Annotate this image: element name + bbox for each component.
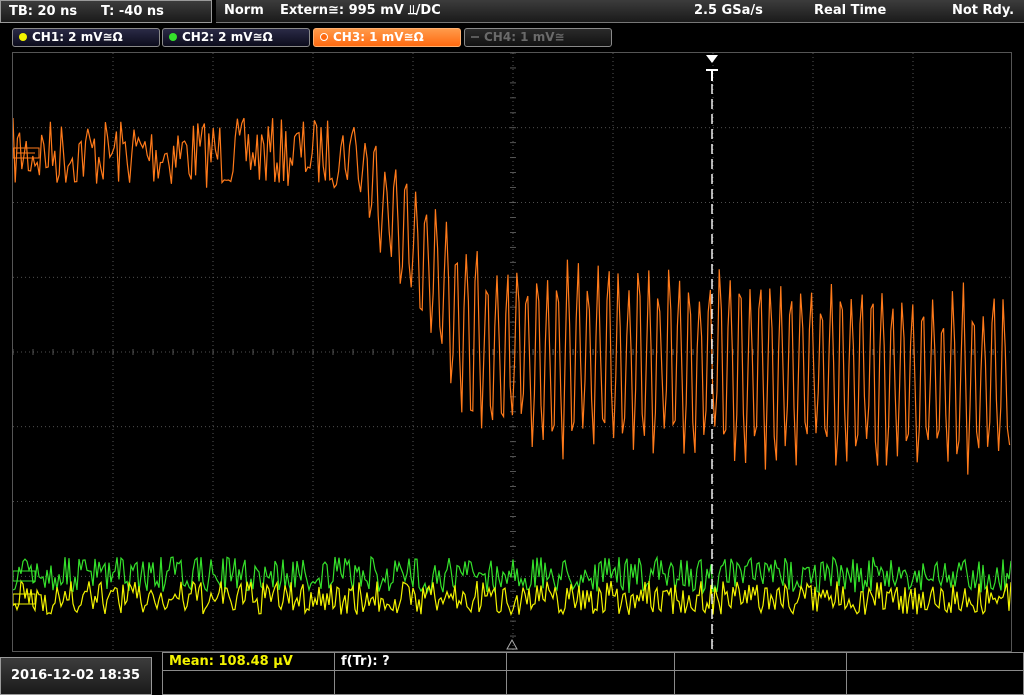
ch1-color-dot-icon — [19, 33, 27, 41]
sample-rate: 2.5 GSa/s — [694, 3, 763, 18]
measurement-slot-5[interactable] — [847, 653, 1023, 671]
ch4-disabled-dash-icon — [471, 36, 479, 38]
measurement-slot-6[interactable] — [163, 671, 335, 694]
measurement-slot-9[interactable] — [675, 671, 847, 694]
channel-tab-ch4[interactable]: CH4: 1 mV≅ — [464, 28, 612, 47]
measurement-mean[interactable]: Mean: 108.48 μV — [163, 653, 335, 671]
measurement-slot-4[interactable] — [675, 653, 847, 671]
status-bar: TB: 20 ns T: -40 ns Norm Extern≅: 995 mV… — [0, 0, 1024, 25]
ch2-color-dot-icon — [169, 33, 177, 41]
measurement-slot-8[interactable] — [507, 671, 675, 694]
trigger-t-marker-icon[interactable] — [706, 55, 718, 81]
trigger-mode: Norm — [224, 3, 264, 18]
channel-tab-label: CH1: 2 mV≅Ω — [32, 30, 123, 44]
channel-tab-ch2[interactable]: CH2: 2 mV≅Ω — [162, 28, 310, 47]
timebase-value: TB: 20 ns — [9, 4, 78, 19]
timebase-box[interactable]: TB: 20 ns T: -40 ns — [0, 0, 212, 23]
acquisition-status-strip[interactable]: Norm Extern≅: 995 mV ⫫/DC 2.5 GSa/s Real… — [216, 0, 1024, 23]
measurement-slot-3[interactable] — [507, 653, 675, 671]
channel-tab-ch3[interactable]: CH3: 1 mV≅Ω — [313, 28, 461, 47]
date-time: 2016-12-02 18:35 — [0, 657, 152, 695]
measurement-panel[interactable]: Mean: 108.48 μV f(Tr): ? — [162, 652, 1024, 695]
trigger-offset-value: T: -40 ns — [101, 4, 164, 19]
channel-tab-label: CH4: 1 mV≅ — [484, 30, 565, 44]
measurement-slot-10[interactable] — [847, 671, 1023, 694]
waveform-display[interactable] — [12, 52, 1012, 652]
waveform-canvas — [13, 53, 1011, 651]
ch2-trace — [13, 555, 1011, 595]
time-reference-triangle-icon — [506, 638, 518, 650]
measurement-slot-7[interactable] — [335, 671, 507, 694]
channel-tab-label: CH2: 2 mV≅Ω — [182, 30, 273, 44]
channel-tab-label: CH3: 1 mV≅Ω — [333, 30, 424, 44]
acquisition-mode: Real Time — [814, 3, 887, 18]
ch3-color-dot-icon — [320, 33, 328, 41]
run-state: Not Rdy. — [952, 3, 1015, 18]
channel-tab-ch1[interactable]: CH1: 2 mV≅Ω — [12, 28, 160, 47]
graticule — [13, 53, 1011, 651]
measurement-fall-time[interactable]: f(Tr): ? — [335, 653, 507, 671]
ch3-trace — [13, 117, 1011, 475]
trigger-source: Extern≅: 995 mV ⫫/DC — [280, 3, 441, 18]
